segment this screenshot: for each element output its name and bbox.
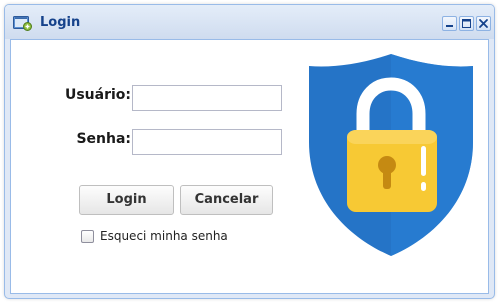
username-input[interactable] <box>132 85 282 111</box>
maximize-button[interactable] <box>459 16 474 31</box>
forgot-password-label[interactable]: Esqueci minha senha <box>100 229 228 244</box>
login-form-panel: Usuário: Senha: Login Cancelar Esqueci m… <box>10 39 489 294</box>
window-app-icon <box>13 14 32 31</box>
password-input[interactable] <box>132 129 282 155</box>
minimize-button[interactable] <box>442 16 457 31</box>
forgot-password-checkbox[interactable] <box>81 230 94 243</box>
minimize-icon <box>446 25 453 27</box>
maximize-icon <box>462 19 471 28</box>
password-label: Senha: <box>76 131 131 147</box>
close-icon <box>479 19 488 28</box>
login-window: Login Usuário: Senha: Login Cancelar Esq… <box>4 4 495 299</box>
login-button[interactable]: Login <box>79 185 174 215</box>
window-title: Login <box>40 15 81 30</box>
username-label: Usuário: <box>64 87 131 103</box>
window-titlebar[interactable]: Login <box>5 5 494 39</box>
close-button[interactable] <box>476 16 491 31</box>
cancel-button[interactable]: Cancelar <box>180 185 273 215</box>
shield-lock-icon <box>301 50 481 260</box>
